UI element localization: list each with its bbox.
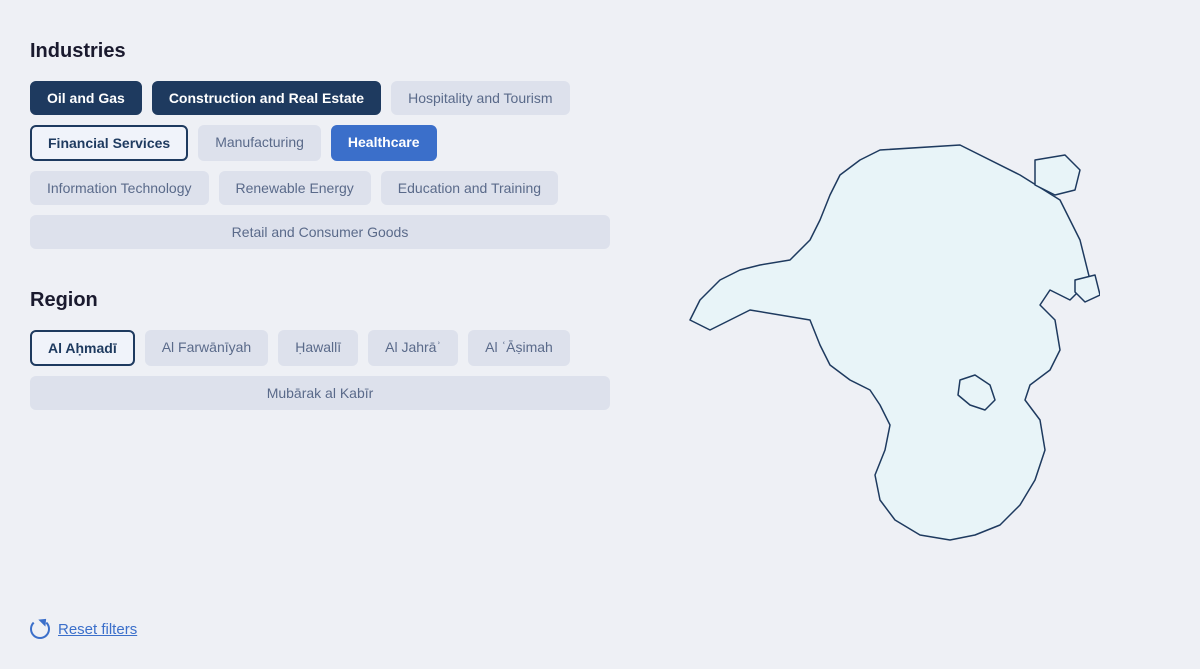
reset-filters-button[interactable]: Reset filters	[30, 619, 137, 639]
tag-ahmadi[interactable]: Al Aḥmadī	[30, 330, 135, 366]
kuwait-map	[680, 120, 1100, 560]
left-panel: Industries Oil and Gas Construction and …	[30, 40, 610, 639]
industries-tags-row4: Retail and Consumer Goods	[30, 215, 610, 249]
tag-healthcare[interactable]: Healthcare	[331, 125, 437, 161]
tag-hospitality[interactable]: Hospitality and Tourism	[391, 81, 569, 115]
tag-education[interactable]: Education and Training	[381, 171, 558, 205]
reset-icon	[30, 619, 50, 639]
tag-financial[interactable]: Financial Services	[30, 125, 188, 161]
tag-construction[interactable]: Construction and Real Estate	[152, 81, 381, 115]
region-section: Region Al Aḥmadī Al Farwānīyah Ḥawallī A…	[30, 289, 610, 410]
industries-tags-row3: Information Technology Renewable Energy …	[30, 171, 610, 205]
tag-manufacturing[interactable]: Manufacturing	[198, 125, 321, 161]
tag-renewable[interactable]: Renewable Energy	[219, 171, 371, 205]
region-tags-row1: Al Aḥmadī Al Farwānīyah Ḥawallī Al Jahrā…	[30, 330, 610, 366]
region-tags-row2: Mubārak al Kabīr	[30, 376, 610, 410]
tag-mubarak[interactable]: Mubārak al Kabīr	[30, 376, 610, 410]
tag-hawalli[interactable]: Ḥawallī	[278, 330, 358, 366]
tag-it[interactable]: Information Technology	[30, 171, 209, 205]
main-container: Industries Oil and Gas Construction and …	[0, 0, 1200, 669]
industries-tags-row1: Oil and Gas Construction and Real Estate…	[30, 81, 610, 115]
industries-tags-row2: Financial Services Manufacturing Healthc…	[30, 125, 610, 161]
tag-oil-gas[interactable]: Oil and Gas	[30, 81, 142, 115]
reset-filters-label: Reset filters	[58, 621, 137, 638]
tag-asimah[interactable]: Al ʿĀṣimah	[468, 330, 570, 366]
tag-retail[interactable]: Retail and Consumer Goods	[30, 215, 610, 249]
industries-title: Industries	[30, 40, 610, 63]
tag-farwaniyah[interactable]: Al Farwānīyah	[145, 330, 268, 366]
tag-jahra[interactable]: Al Jahrāʾ	[368, 330, 458, 366]
region-title: Region	[30, 289, 610, 312]
map-container	[610, 40, 1170, 639]
